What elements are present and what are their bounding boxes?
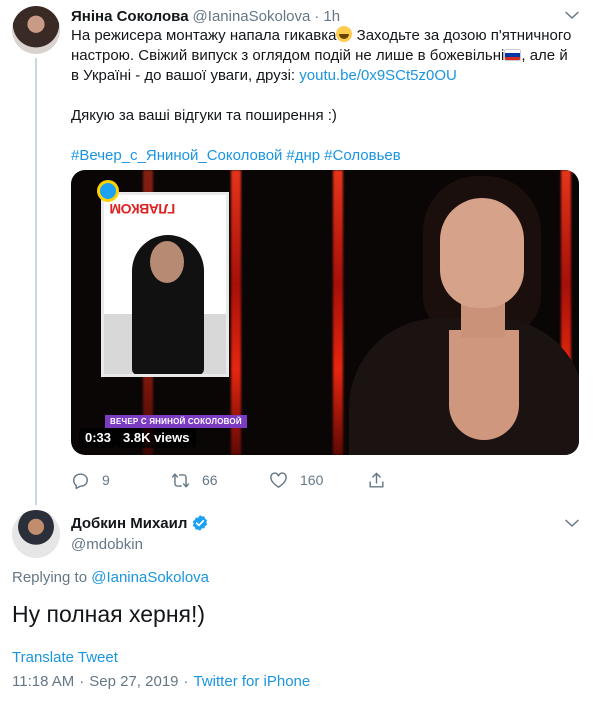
video-player[interactable]: ГЛАВКОМ ВЕЧЕР С ЯНИНОЙ СОКОЛОВОЙ 0:33 3.…	[71, 170, 579, 455]
tweet-text-line2: настрою. Свіжий випуск з оглядом подій н…	[71, 47, 505, 64]
reply-button[interactable]: 9	[71, 470, 110, 490]
retweet-icon	[171, 471, 202, 490]
like-button[interactable]: 160	[269, 470, 323, 490]
translate-tweet-link[interactable]: Translate Tweet	[12, 649, 118, 666]
tweet-date[interactable]: Sep 27, 2019	[89, 673, 178, 690]
video-view-count: 3.8K views	[117, 428, 196, 448]
inset-brand-logo: ГЛАВКОМ	[110, 201, 176, 217]
tweet-timestamp[interactable]: 1h	[323, 8, 340, 25]
tweet-actions: 9 66 160	[71, 470, 411, 490]
author-name[interactable]: Яніна Соколова	[71, 8, 189, 25]
video-inset-frame: ГЛАВКОМ	[101, 192, 229, 377]
video-duration: 0:33	[79, 428, 118, 448]
reply-author-avatar[interactable]	[12, 510, 60, 558]
face-with-tears-of-joy-icon	[336, 26, 353, 42]
reply-author-name[interactable]: Добкин Михаил	[71, 515, 187, 532]
video-thumbnail: ГЛАВКОМ ВЕЧЕР С ЯНИНОЙ СОКОЛОВОЙ	[71, 170, 579, 455]
retweet-button[interactable]: 66	[171, 470, 218, 490]
like-count: 160	[300, 472, 324, 488]
reply-icon	[71, 471, 102, 490]
verified-badge-icon	[191, 514, 209, 532]
video-lower-third: ВЕЧЕР С ЯНИНОЙ СОКОЛОВОЙ	[105, 415, 247, 428]
tweet-time[interactable]: 11:18 AM	[12, 673, 74, 690]
youtube-link[interactable]: youtu.be/0x9SCt5z0OU	[299, 67, 457, 84]
share-icon	[367, 471, 398, 490]
replying-to-label: Replying to	[12, 569, 92, 586]
chevron-down-icon[interactable]	[563, 514, 581, 532]
hashtag-link[interactable]: #днр	[286, 147, 320, 164]
channel-badge-icon	[97, 180, 119, 202]
replying-to: Replying to @IaninaSokolova	[12, 569, 209, 586]
hashtag-link[interactable]: #Вечер_с_Яниной_Соколовой	[71, 147, 282, 164]
tweet-source-link[interactable]: Twitter for iPhone	[194, 673, 311, 690]
tweet-text-line3: в Україні - до вашої уваги, друзі:	[71, 67, 300, 84]
share-button[interactable]	[367, 470, 398, 490]
replying-to-link[interactable]: @IaninaSokolova	[91, 569, 209, 586]
thread-connector-line	[35, 58, 37, 505]
author-avatar[interactable]	[12, 6, 60, 54]
heart-icon	[269, 471, 300, 490]
russia-flag-icon	[504, 49, 522, 61]
hashtag-list: #Вечер_с_Яниной_Соколовой #днр #Соловьев	[71, 146, 583, 166]
tweet-text-line2b: , але й	[521, 47, 568, 64]
chevron-down-icon[interactable]	[563, 6, 581, 24]
header-separator: ·	[314, 7, 320, 25]
reply-count: 9	[102, 472, 110, 488]
tweet-text-line1a: На режисера монтажу напала гикавка	[71, 27, 337, 44]
meta-separator: ·	[79, 673, 85, 690]
author-handle[interactable]: @IaninaSokolova	[193, 8, 311, 25]
retweet-count: 66	[202, 472, 218, 488]
tweet-header: Яніна Соколова @IaninaSokolova · 1h	[71, 6, 340, 26]
hashtag-link[interactable]: #Соловьев	[324, 147, 401, 164]
reply-author-handle[interactable]: @mdobkin	[71, 536, 143, 553]
reply-text: Ну полная херня!)	[12, 601, 206, 627]
meta-separator: ·	[183, 673, 189, 690]
tweet-text-line4: Дякую за ваші відгуки та поширення :)	[71, 107, 337, 124]
tweet-text: На режисера монтажу напала гикавка Заход…	[71, 26, 583, 166]
tweet-text-line1b: Заходьте за дозою п'ятничного	[352, 27, 572, 44]
tweet-metadata: 11:18 AM · Sep 27, 2019 · Twitter for iPhone	[12, 673, 310, 690]
reply-author-name-row: Добкин Михаил	[71, 514, 209, 532]
